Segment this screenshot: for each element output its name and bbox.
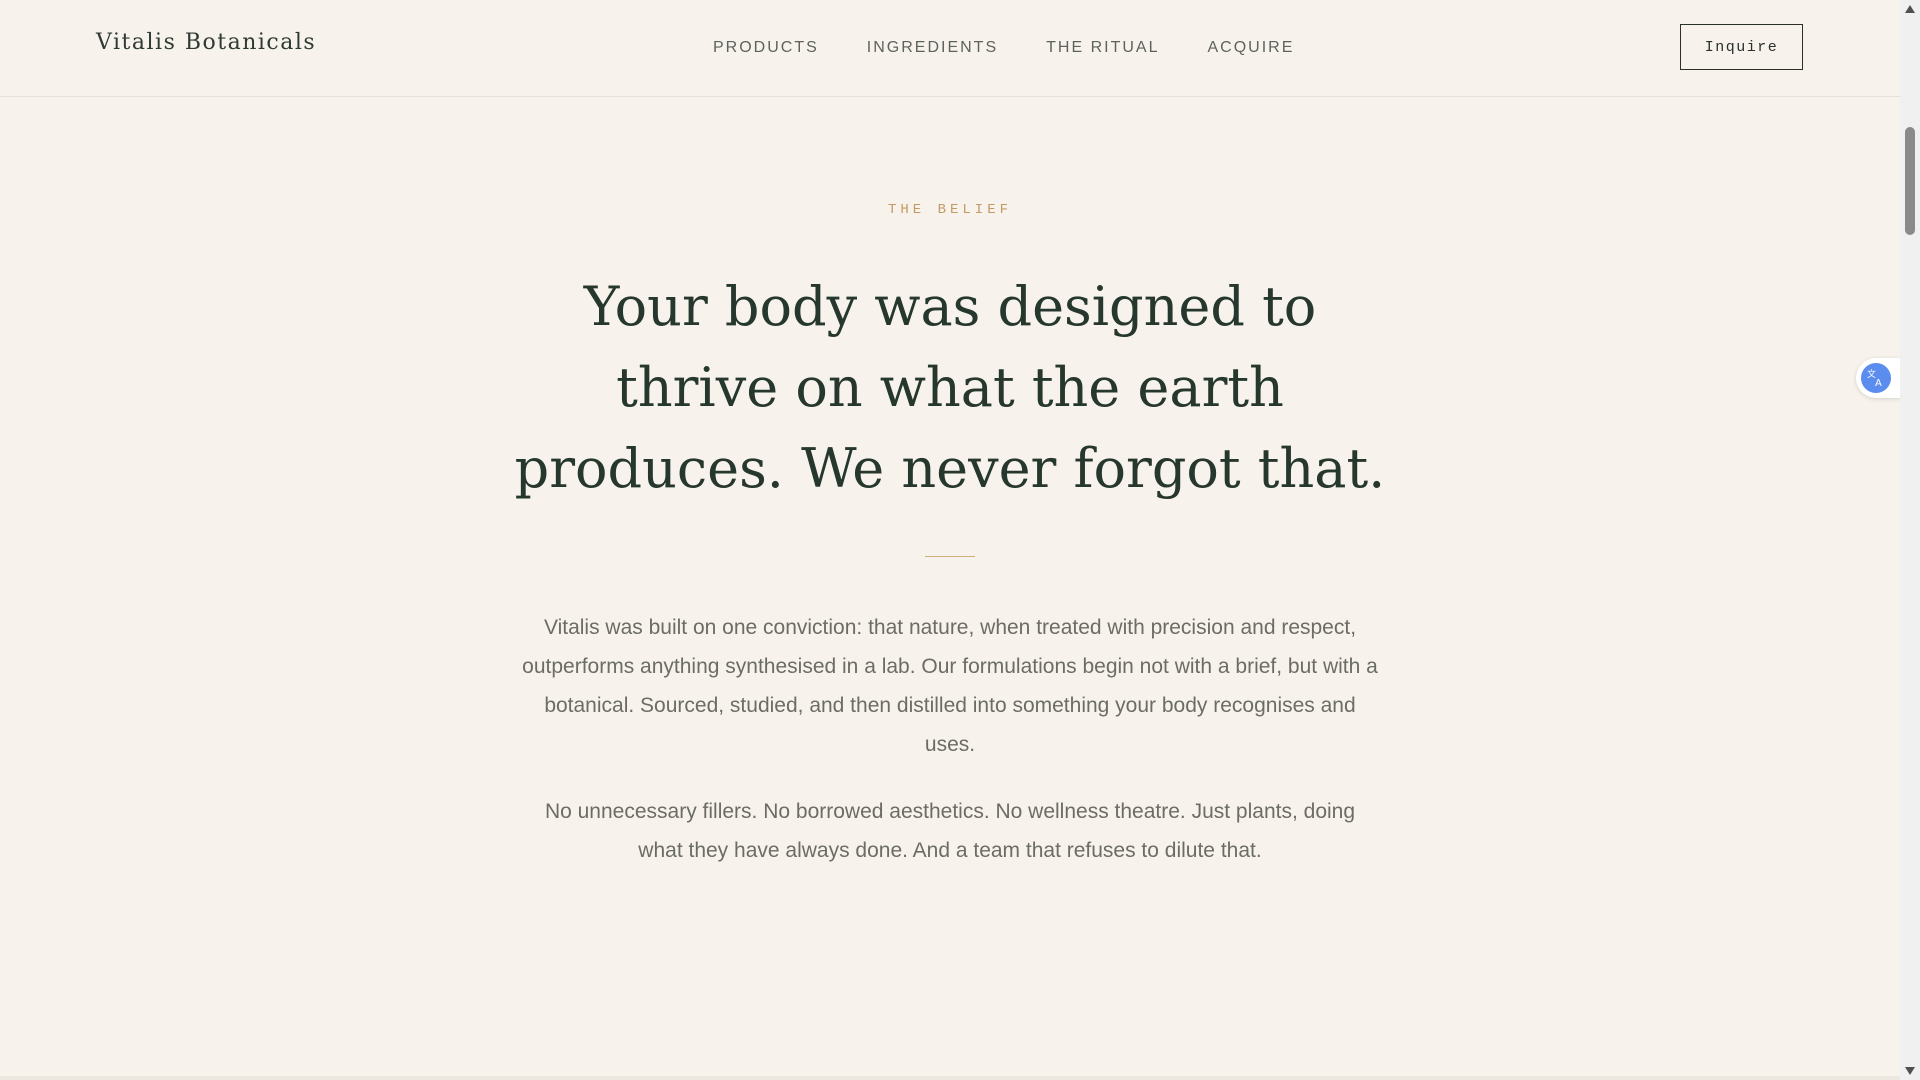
section-bottom-edge	[0, 1076, 1900, 1080]
manifesto-paragraph: No unnecessary fillers. No borrowed aest…	[544, 800, 1356, 862]
main-nav: PRODUCTS INGREDIENTS THE RITUAL ACQUIRE	[713, 39, 1294, 57]
translate-widget[interactable]: 文 A	[1856, 358, 1900, 398]
section-eyebrow: THE BELIEF	[887, 202, 1012, 218]
scroll-up-arrow-icon[interactable]	[1904, 4, 1916, 14]
page-scrollbar[interactable]	[1900, 0, 1920, 1080]
inquire-button[interactable]: Inquire	[1680, 24, 1803, 70]
scrollbar-thumb[interactable]	[1905, 127, 1915, 235]
nav-link-the-ritual[interactable]: THE RITUAL	[1046, 39, 1159, 57]
intro-paragraph: Vitalis was built on one conviction: tha…	[522, 616, 1378, 756]
site-header: Vitalis Botanicals PRODUCTS INGREDIENTS …	[0, 0, 1900, 97]
section-divider	[925, 556, 975, 557]
translate-icon: 文 A	[1861, 363, 1891, 393]
nav-link-acquire[interactable]: ACQUIRE	[1207, 39, 1294, 57]
nav-link-ingredients[interactable]: INGREDIENTS	[867, 39, 998, 57]
section-headline: Your body was designed to thrive on what…	[514, 275, 1386, 500]
scroll-down-arrow-icon[interactable]	[1904, 1066, 1916, 1076]
brand-logo[interactable]: Vitalis Botanicals	[96, 30, 316, 55]
page-viewport: Vitalis Botanicals PRODUCTS INGREDIENTS …	[0, 0, 1900, 1080]
nav-link-products[interactable]: PRODUCTS	[713, 39, 819, 57]
svg-text:A: A	[1875, 378, 1882, 388]
